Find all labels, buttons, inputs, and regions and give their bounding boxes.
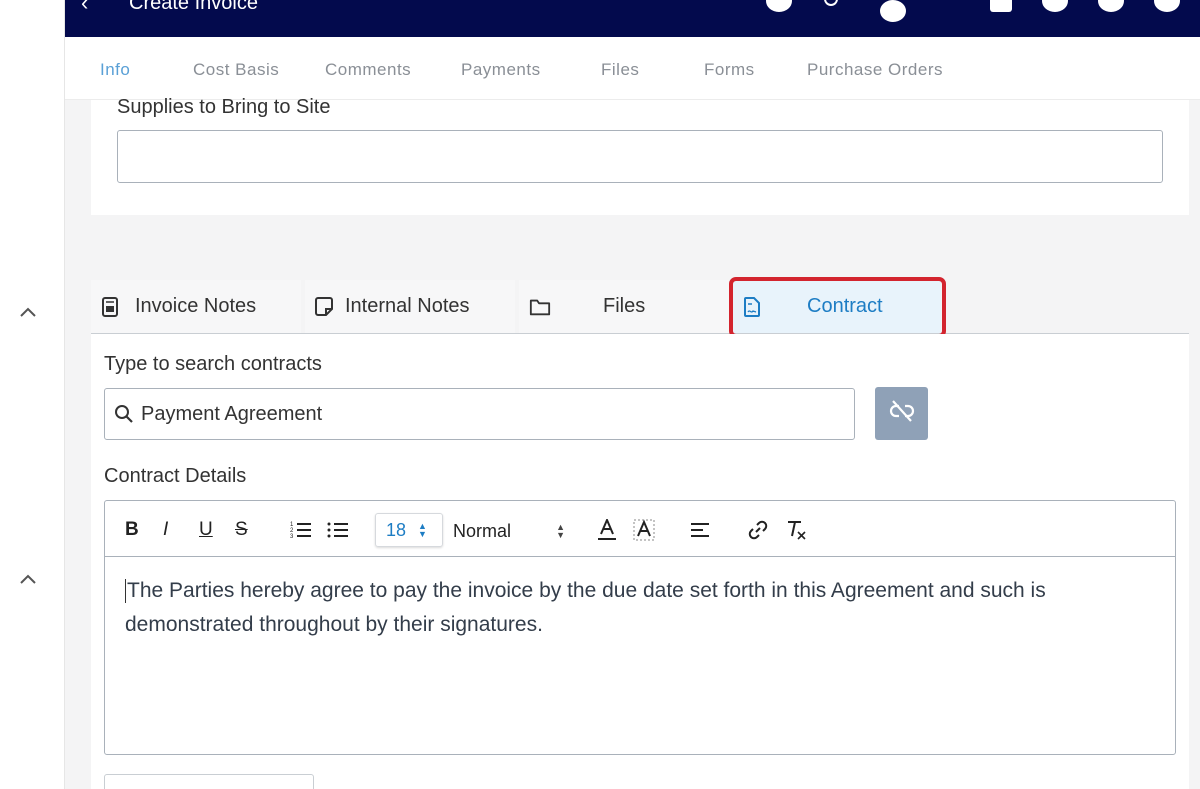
sticky-note-icon	[313, 296, 335, 318]
document-icon	[99, 296, 121, 318]
tab-label: Invoice Notes	[135, 295, 257, 317]
tab-cost-basis[interactable]: Cost Basis	[193, 60, 279, 80]
user-avatar-icon[interactable]	[1154, 0, 1180, 12]
search-icon[interactable]	[822, 0, 848, 12]
clear-formatting-icon[interactable]	[785, 517, 807, 543]
underline-icon[interactable]: U	[199, 517, 213, 543]
tab-files[interactable]: Files	[601, 60, 639, 80]
tab-payments[interactable]: Payments	[461, 60, 541, 80]
contract-editor: B I U S 123 18 ▲ ▼ Normal ▲ ▼ The Partie…	[104, 500, 1176, 755]
select-arrows-icon: ▲ ▼	[418, 521, 427, 539]
contract-search-input[interactable]: Payment Agreement	[104, 388, 855, 440]
unlink-icon	[888, 399, 916, 428]
record-tabs: Info Cost Basis Comments Payments Files …	[65, 37, 1200, 100]
tab-purchase-orders[interactable]: Purchase Orders	[807, 60, 943, 80]
text-caret	[125, 579, 126, 604]
help-icon[interactable]	[1098, 0, 1124, 12]
tab-forms[interactable]: Forms	[704, 60, 755, 80]
ordered-list-icon[interactable]: 123	[290, 517, 312, 543]
contract-body: The Parties hereby agree to pay the invo…	[125, 579, 1046, 636]
bold-icon[interactable]: B	[125, 517, 139, 543]
calendar-icon[interactable]	[990, 0, 1012, 12]
contract-details-label: Contract Details	[104, 465, 247, 487]
format-select[interactable]: Normal ▲ ▼	[453, 519, 565, 543]
select-arrows-icon: ▲ ▼	[556, 522, 565, 540]
chevron-up-icon[interactable]	[17, 301, 39, 323]
unlink-contract-button[interactable]	[875, 387, 928, 440]
chevron-up-icon[interactable]	[17, 568, 39, 590]
folder-icon	[529, 296, 551, 318]
format-value: Normal	[453, 520, 512, 541]
tab-label: Internal Notes	[345, 295, 470, 317]
italic-icon[interactable]: I	[163, 517, 168, 543]
tab-label: Files	[603, 295, 646, 317]
background-color-icon[interactable]	[633, 517, 655, 543]
header-actions: 7	[766, 0, 1180, 22]
bottom-button[interactable]	[104, 774, 314, 789]
highlight-annotation	[729, 277, 946, 338]
tab-info[interactable]: Info	[100, 60, 130, 80]
notes-tabs: Invoice Notes Internal Notes Files Contr…	[91, 280, 1189, 334]
search-value: Payment Agreement	[141, 402, 323, 425]
search-label: Type to search contracts	[104, 353, 322, 375]
page-title: Create Invoice	[129, 0, 258, 14]
bullet-list-icon[interactable]	[327, 517, 349, 543]
notification-badge: 7	[880, 0, 906, 22]
clock-icon[interactable]	[1042, 0, 1068, 12]
editor-content[interactable]: The Parties hereby agree to pay the invo…	[125, 574, 1125, 642]
svg-text:3: 3	[290, 534, 294, 540]
notifications-icon[interactable]: 7	[878, 0, 906, 22]
tab-internal-notes[interactable]: Internal Notes	[305, 280, 515, 333]
font-size-value: 18	[386, 519, 407, 540]
tab-files-notes[interactable]: Files	[519, 280, 729, 333]
search-icon	[113, 403, 135, 425]
strikethrough-icon[interactable]: S	[235, 517, 248, 543]
editor-toolbar: B I U S 123 18 ▲ ▼ Normal ▲ ▼	[105, 501, 1175, 557]
tab-invoice-notes[interactable]: Invoice Notes	[91, 280, 301, 333]
refresh-icon[interactable]	[934, 0, 960, 12]
text-color-icon[interactable]	[597, 517, 617, 543]
tab-comments[interactable]: Comments	[325, 60, 411, 80]
left-rail	[0, 0, 65, 789]
supplies-label: Supplies to Bring to Site	[117, 96, 331, 118]
history-icon[interactable]	[766, 0, 792, 12]
link-icon[interactable]	[747, 517, 769, 543]
header-bar: ‹ Create Invoice 7	[65, 0, 1200, 37]
font-size-select[interactable]: 18 ▲ ▼	[375, 513, 443, 547]
align-icon[interactable]	[690, 517, 710, 543]
supplies-input[interactable]	[117, 130, 1163, 183]
back-arrow-icon[interactable]: ‹	[81, 0, 88, 16]
